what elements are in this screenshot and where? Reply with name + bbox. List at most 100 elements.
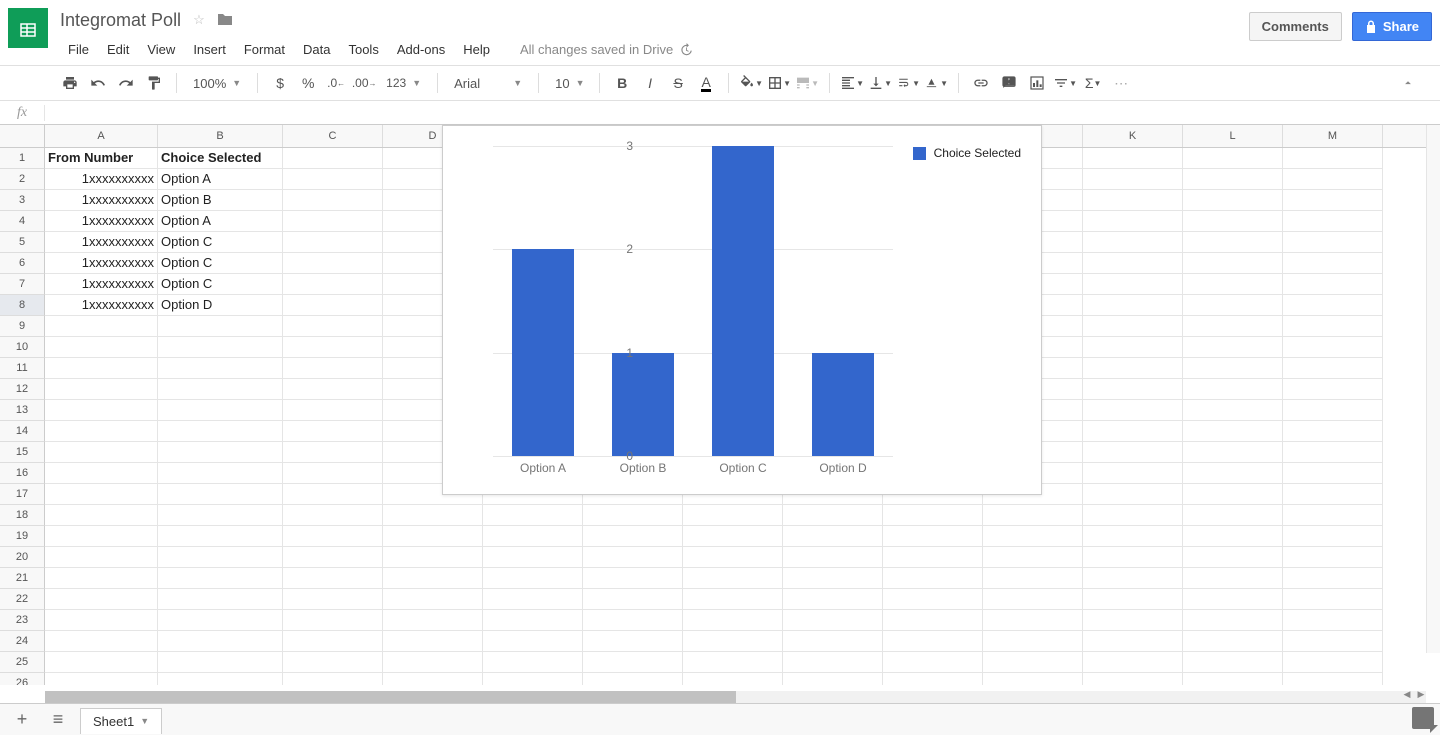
row-header[interactable]: 8 — [0, 295, 45, 316]
cell[interactable] — [1083, 211, 1183, 232]
cell[interactable] — [1283, 589, 1383, 610]
cell[interactable] — [383, 526, 483, 547]
cell[interactable] — [383, 505, 483, 526]
cell[interactable] — [583, 610, 683, 631]
redo-icon[interactable] — [114, 71, 138, 95]
cell[interactable] — [1083, 526, 1183, 547]
cell[interactable] — [1283, 211, 1383, 232]
cell[interactable] — [1183, 274, 1283, 295]
cell[interactable] — [158, 631, 283, 652]
cell[interactable] — [883, 526, 983, 547]
cell[interactable]: Option D — [158, 295, 283, 316]
cell[interactable] — [1283, 484, 1383, 505]
sheet-tab-menu-icon[interactable]: ▼ — [140, 716, 149, 726]
cell[interactable] — [45, 358, 158, 379]
cell[interactable] — [45, 568, 158, 589]
row-header[interactable]: 5 — [0, 232, 45, 253]
scroll-right-icon[interactable]: ▶ — [1414, 689, 1428, 703]
cell[interactable] — [883, 610, 983, 631]
font-size-select[interactable]: 10▼ — [549, 76, 589, 91]
cell[interactable] — [983, 568, 1083, 589]
cell[interactable] — [1183, 463, 1283, 484]
cell[interactable] — [1183, 358, 1283, 379]
cell[interactable] — [1283, 148, 1383, 169]
cell[interactable]: Option C — [158, 232, 283, 253]
row-header[interactable]: 15 — [0, 442, 45, 463]
cell[interactable] — [1283, 526, 1383, 547]
cell[interactable] — [158, 652, 283, 673]
all-sheets-button[interactable]: ≡ — [44, 709, 72, 730]
cell[interactable] — [583, 589, 683, 610]
row-header[interactable]: 3 — [0, 190, 45, 211]
cell[interactable] — [1283, 232, 1383, 253]
cell[interactable] — [1183, 547, 1283, 568]
cell[interactable]: Option A — [158, 211, 283, 232]
cell[interactable] — [883, 673, 983, 685]
cell[interactable] — [158, 589, 283, 610]
cell[interactable] — [483, 589, 583, 610]
cell[interactable] — [1183, 526, 1283, 547]
cell[interactable] — [383, 631, 483, 652]
cell[interactable] — [158, 337, 283, 358]
row-header[interactable]: 26 — [0, 673, 45, 685]
cell[interactable] — [283, 526, 383, 547]
cell[interactable] — [1183, 337, 1283, 358]
cell[interactable]: 1xxxxxxxxxx — [45, 295, 158, 316]
cell[interactable] — [283, 253, 383, 274]
print-icon[interactable] — [58, 71, 82, 95]
cell[interactable] — [1283, 169, 1383, 190]
cell[interactable] — [45, 484, 158, 505]
cell[interactable] — [383, 610, 483, 631]
undo-icon[interactable] — [86, 71, 110, 95]
cell[interactable] — [683, 652, 783, 673]
percent-icon[interactable]: % — [296, 71, 320, 95]
cell[interactable] — [158, 526, 283, 547]
cell[interactable] — [1083, 442, 1183, 463]
cell[interactable] — [1083, 358, 1183, 379]
cell[interactable] — [1183, 295, 1283, 316]
row-header[interactable]: 2 — [0, 169, 45, 190]
decrease-decimal-icon[interactable]: .0← — [324, 71, 348, 95]
add-sheet-button[interactable]: + — [8, 709, 36, 730]
column-header-M[interactable]: M — [1283, 125, 1383, 147]
row-header[interactable]: 16 — [0, 463, 45, 484]
functions-icon[interactable]: Σ▼ — [1081, 71, 1105, 95]
cell[interactable]: Option C — [158, 274, 283, 295]
cell[interactable] — [283, 463, 383, 484]
cell[interactable] — [383, 589, 483, 610]
cell[interactable]: 1xxxxxxxxxx — [45, 169, 158, 190]
cell[interactable] — [1283, 190, 1383, 211]
cell[interactable] — [1183, 169, 1283, 190]
cell[interactable]: 1xxxxxxxxxx — [45, 190, 158, 211]
cell[interactable] — [283, 442, 383, 463]
cell[interactable] — [158, 421, 283, 442]
menu-insert[interactable]: Insert — [185, 38, 234, 61]
cell[interactable] — [283, 400, 383, 421]
rotate-icon[interactable]: ▼ — [924, 71, 948, 95]
cell[interactable] — [683, 526, 783, 547]
cell[interactable] — [45, 505, 158, 526]
cell[interactable] — [683, 610, 783, 631]
cell[interactable] — [783, 547, 883, 568]
cell[interactable] — [283, 169, 383, 190]
comments-button[interactable]: Comments — [1249, 12, 1342, 41]
cell[interactable] — [158, 442, 283, 463]
cell[interactable] — [1283, 253, 1383, 274]
menu-view[interactable]: View — [139, 38, 183, 61]
cell[interactable] — [1283, 547, 1383, 568]
cell[interactable] — [1283, 652, 1383, 673]
cell[interactable] — [283, 484, 383, 505]
cell[interactable] — [383, 547, 483, 568]
fill-color-icon[interactable]: ▼ — [739, 71, 763, 95]
cell[interactable] — [283, 610, 383, 631]
cell[interactable] — [45, 316, 158, 337]
cell[interactable] — [783, 568, 883, 589]
row-header[interactable]: 11 — [0, 358, 45, 379]
text-color-icon[interactable]: A — [694, 71, 718, 95]
cell[interactable] — [483, 526, 583, 547]
cell[interactable] — [1083, 652, 1183, 673]
cell[interactable] — [1183, 610, 1283, 631]
folder-icon[interactable] — [217, 12, 233, 29]
cell[interactable] — [283, 505, 383, 526]
cell[interactable] — [583, 652, 683, 673]
